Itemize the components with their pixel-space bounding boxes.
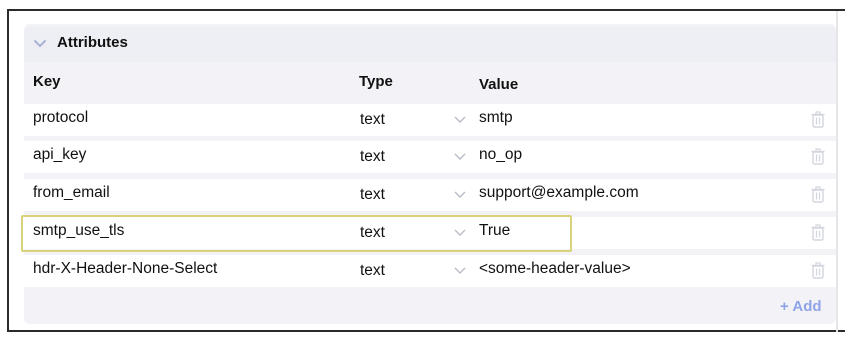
value-input[interactable]: <some-header-value> (479, 260, 631, 278)
chevron-down-icon[interactable] (454, 116, 466, 124)
column-header-key: Key (33, 73, 61, 90)
key-input[interactable]: from_email (33, 184, 110, 202)
type-select[interactable]: text (360, 148, 385, 166)
table-row: api_key text no_op (24, 141, 836, 173)
attributes-section-header[interactable] (24, 27, 836, 62)
chevron-down-icon[interactable] (454, 267, 466, 275)
trash-icon[interactable] (810, 224, 826, 242)
row-highlight (21, 215, 572, 252)
trash-icon[interactable] (810, 186, 826, 204)
value-input[interactable]: support@example.com (479, 184, 639, 202)
value-input[interactable]: smtp (479, 109, 513, 127)
type-select[interactable]: text (360, 186, 385, 204)
frame-edge (836, 11, 838, 332)
add-attribute-button[interactable]: + Add (780, 298, 822, 315)
type-select[interactable]: text (360, 111, 385, 129)
table-row: from_email text support@example.com (24, 179, 836, 211)
column-header-type: Type (359, 73, 393, 90)
table-row: protocol text smtp (24, 104, 836, 136)
key-input[interactable]: api_key (33, 146, 86, 164)
key-input[interactable]: protocol (33, 109, 88, 127)
chevron-down-icon[interactable] (454, 153, 466, 161)
section-title: Attributes (57, 34, 128, 51)
chevron-down-icon[interactable] (33, 37, 47, 51)
column-header-value: Value (479, 76, 519, 93)
key-input[interactable]: hdr-X-Header-None-Select (33, 260, 217, 278)
trash-icon[interactable] (810, 148, 826, 166)
chevron-down-icon[interactable] (454, 191, 466, 199)
value-input[interactable]: no_op (479, 146, 522, 164)
trash-icon[interactable] (810, 111, 826, 129)
trash-icon[interactable] (810, 262, 826, 280)
table-row: hdr-X-Header-None-Select text <some-head… (24, 255, 836, 287)
type-select[interactable]: text (360, 262, 385, 280)
